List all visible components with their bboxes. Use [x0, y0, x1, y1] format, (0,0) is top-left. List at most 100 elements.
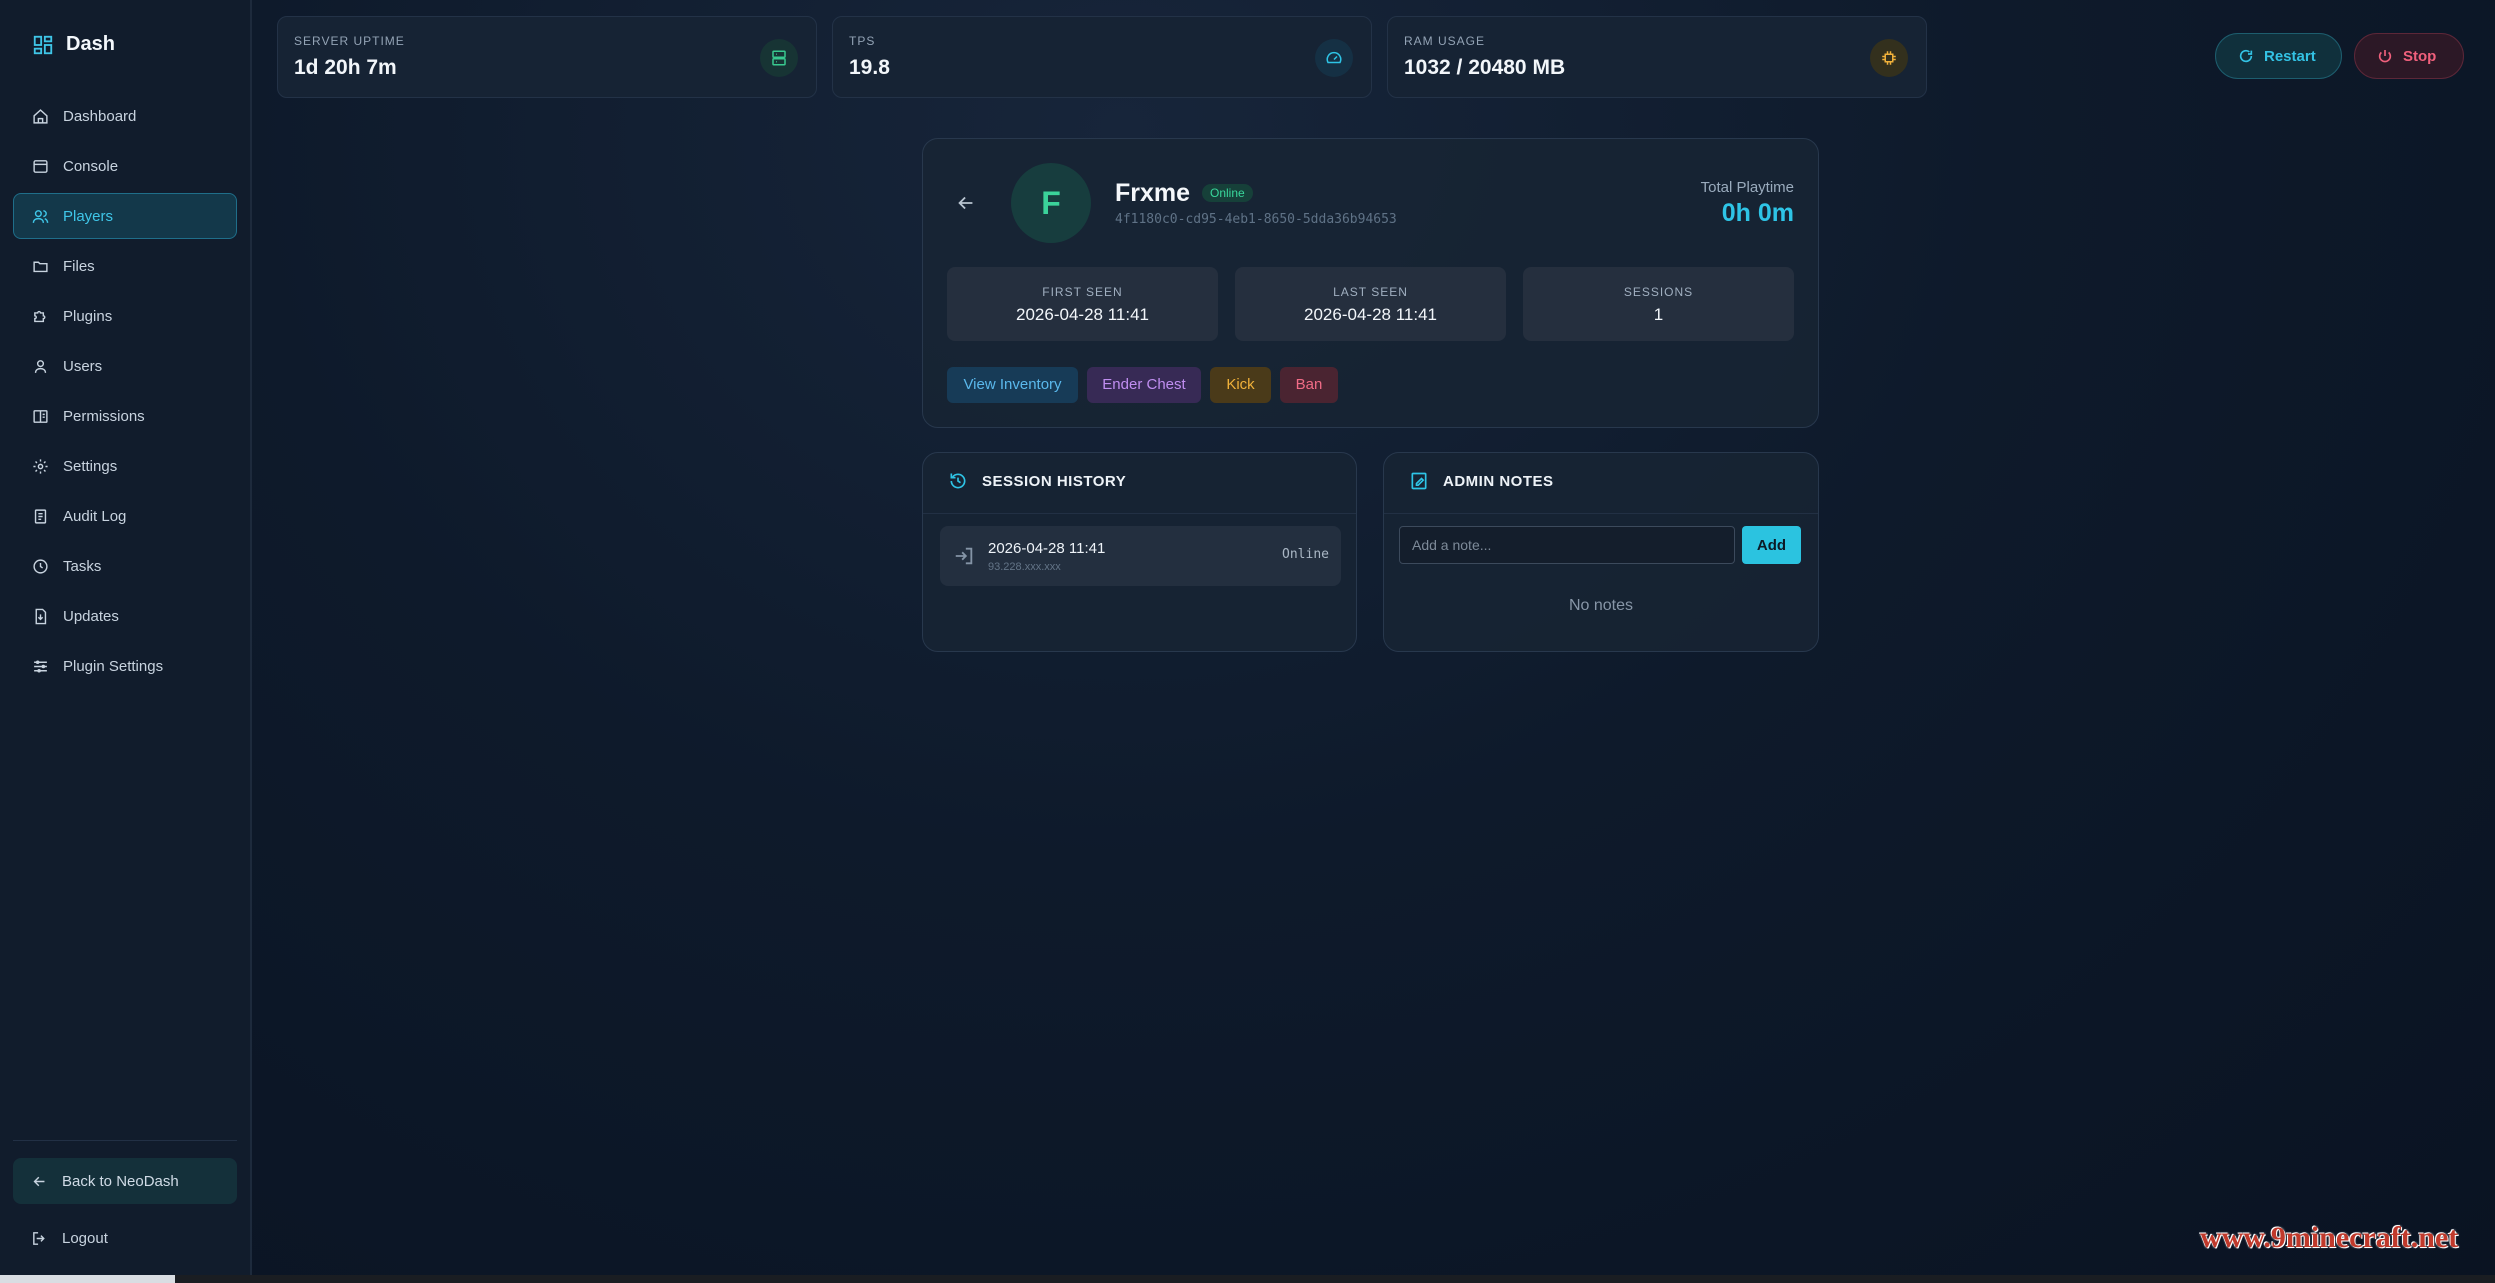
sidebar-item-tasks[interactable]: Tasks: [13, 543, 237, 589]
sidebar-divider: [13, 1140, 237, 1141]
bottom-bar: [0, 1275, 2495, 1283]
stat-value: 1d 20h 7m: [294, 56, 397, 79]
logout-label: Logout: [62, 1229, 108, 1247]
view-inventory-button[interactable]: View Inventory: [947, 367, 1078, 403]
sidebar-item-files[interactable]: Files: [13, 243, 237, 289]
session-date: 2026-04-28 11:41: [988, 540, 1106, 557]
sidebar-item-label: Console: [63, 157, 119, 175]
ban-button[interactable]: Ban: [1280, 367, 1338, 403]
sessions-box: SESSIONS 1: [1523, 267, 1794, 341]
sidebar-item-label: Files: [63, 257, 95, 275]
back-to-neodash-label: Back to NeoDash: [62, 1172, 179, 1190]
add-note-button[interactable]: Add: [1742, 526, 1801, 564]
total-playtime-value: 0h 0m: [1721, 199, 1794, 227]
last-seen-box: LAST SEEN 2026-04-28 11:41: [1235, 267, 1506, 341]
back-to-neodash-button[interactable]: Back to NeoDash: [13, 1158, 237, 1204]
tps-card: TPS 19.8: [832, 16, 1372, 98]
power-icon: [2378, 50, 2392, 63]
server-uptime-card: SERVER UPTIME 1d 20h 7m: [277, 16, 817, 98]
watermark: www.9minecraft.net: [2200, 1221, 2459, 1254]
sidebar-item-label: Players: [63, 207, 114, 225]
arrow-left-icon: [33, 1176, 45, 1186]
kick-button[interactable]: Kick: [1210, 367, 1271, 403]
stat-label: TPS: [849, 34, 876, 48]
gear-icon: [33, 458, 48, 474]
bottom-bar-dark: [175, 1275, 2495, 1283]
sidebar-item-label: Users: [63, 357, 103, 375]
sidebar-item-label: Audit Log: [63, 507, 127, 525]
brand[interactable]: Dash: [32, 33, 115, 56]
stop-label: Stop: [2403, 47, 2437, 65]
stat-label: RAM USAGE: [1404, 34, 1486, 48]
session-row: 2026-04-28 11:41 93.228.xxx.xxx Online: [940, 526, 1341, 586]
logout-icon: [33, 1231, 45, 1245]
sidebar-item-label: Dashboard: [63, 107, 137, 125]
total-playtime-label: Total Playtime: [1700, 179, 1794, 196]
sidebar-item-plugin-settings[interactable]: Plugin Settings: [13, 643, 237, 689]
stat-value: 1032 / 20480 MB: [1404, 56, 1566, 79]
session-history-title: SESSION HISTORY: [982, 472, 1127, 490]
sidebar-item-label: Settings: [63, 457, 118, 475]
cpu-icon: [1870, 39, 1908, 77]
users-icon: [32, 209, 49, 223]
user-icon: [34, 359, 47, 373]
puzzle-icon: [34, 310, 46, 322]
player-profile-card: F Frxme Online 4f1180c0-cd95-4eb1-8650-5…: [922, 138, 1819, 428]
sidebar-item-plugins[interactable]: Plugins: [13, 293, 237, 339]
sliders-icon: [34, 659, 47, 673]
ram-usage-card: RAM USAGE 1032 / 20480 MB: [1387, 16, 1927, 98]
sidebar-nav: Dashboard Console Players Files Plugins …: [13, 93, 237, 693]
login-icon: [955, 547, 973, 565]
sessions-label: SESSIONS: [1623, 285, 1694, 299]
last-seen-value: 2026-04-28 11:41: [1304, 305, 1437, 324]
session-history-header: SESSION HISTORY: [948, 471, 1126, 491]
sidebar-item-label: Tasks: [63, 557, 102, 575]
sidebar-item-label: Plugin Settings: [63, 657, 164, 675]
sidebar-item-label: Permissions: [63, 407, 145, 425]
sidebar-item-audit-log[interactable]: Audit Log: [13, 493, 237, 539]
divider: [1384, 513, 1818, 514]
stat-value: 19.8: [849, 56, 890, 79]
logout-button[interactable]: Logout: [13, 1215, 237, 1261]
player-name: Frxme: [1115, 179, 1191, 207]
first-seen-box: FIRST SEEN 2026-04-28 11:41: [947, 267, 1218, 341]
sidebar-item-players[interactable]: Players: [13, 193, 237, 239]
folder-icon: [33, 261, 48, 272]
no-notes-text: No notes: [1568, 597, 1634, 614]
sidebar-item-permissions[interactable]: Permissions: [13, 393, 237, 439]
player-uuid: 4f1180c0-cd95-4eb1-8650-5dda36b94653: [1115, 212, 1397, 227]
sidebar-item-label: Plugins: [63, 307, 113, 325]
stop-button[interactable]: Stop: [2354, 33, 2464, 79]
sidebar-item-dashboard[interactable]: Dashboard: [13, 93, 237, 139]
admin-notes-card: ADMIN NOTES Add No notes: [1383, 452, 1819, 652]
admin-notes-title: ADMIN NOTES: [1443, 472, 1554, 490]
admin-notes-header: ADMIN NOTES: [1409, 471, 1554, 491]
gauge-icon: [1315, 39, 1353, 77]
home-icon: [33, 108, 48, 124]
terminal-icon: [33, 159, 48, 173]
avatar: F: [1011, 163, 1091, 243]
status-badge: Online: [1202, 184, 1253, 202]
dashboard-grid-icon: [33, 35, 53, 54]
refresh-icon: [2239, 49, 2253, 63]
session-status: Online: [1282, 547, 1329, 562]
sidebar-item-console[interactable]: Console: [13, 143, 237, 189]
clipboard-icon: [34, 508, 47, 524]
sessions-value: 1: [1653, 305, 1664, 324]
sidebar-item-users[interactable]: Users: [13, 343, 237, 389]
restart-label: Restart: [2264, 47, 2316, 65]
last-seen-label: LAST SEEN: [1333, 285, 1408, 299]
first-seen-value: 2026-04-28 11:41: [1016, 305, 1149, 324]
back-arrow-icon[interactable]: [955, 192, 977, 214]
clock-icon: [33, 558, 48, 574]
sidebar-item-settings[interactable]: Settings: [13, 443, 237, 489]
edit-note-icon: [1411, 472, 1427, 490]
book-icon: [33, 409, 48, 423]
session-ip: 93.228.xxx.xxx: [988, 561, 1061, 573]
sidebar-item-label: Updates: [63, 607, 119, 625]
restart-button[interactable]: Restart: [2215, 33, 2342, 79]
brand-name: Dash: [66, 33, 115, 55]
sidebar-item-updates[interactable]: Updates: [13, 593, 237, 639]
add-note-input[interactable]: [1399, 526, 1735, 564]
ender-chest-button[interactable]: Ender Chest: [1087, 367, 1201, 403]
